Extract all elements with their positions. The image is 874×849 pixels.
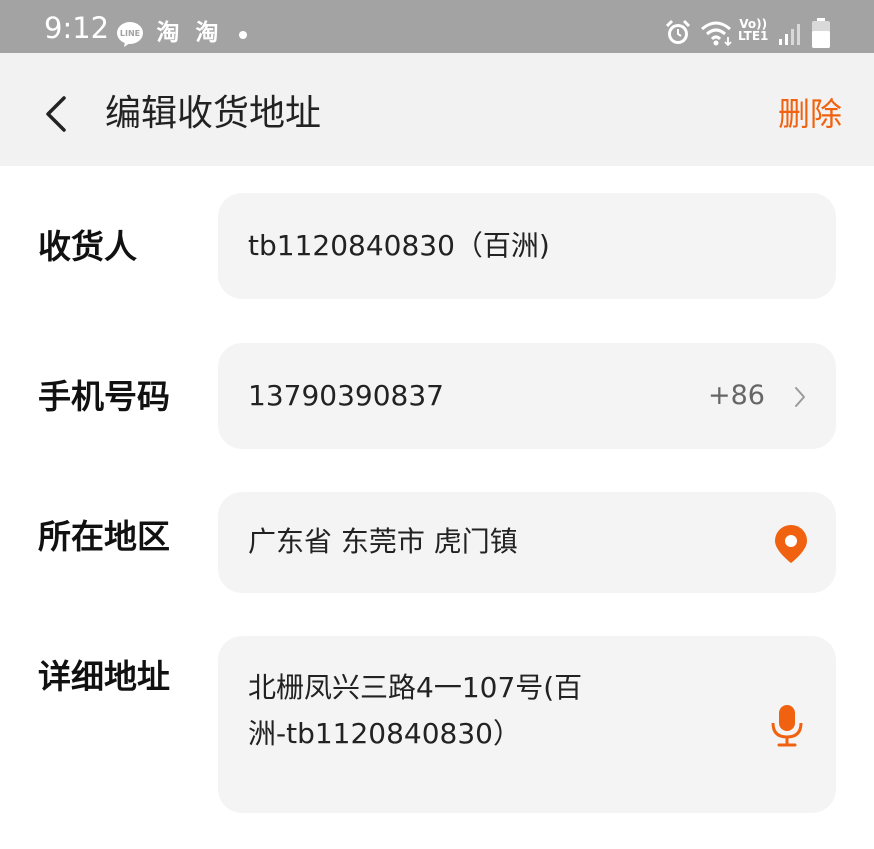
delete-button[interactable]: 删除	[778, 94, 842, 134]
wifi-icon	[701, 21, 732, 47]
battery-icon	[812, 18, 830, 48]
taobao-icon: 淘	[156, 20, 180, 46]
page-title: 编辑收货地址	[105, 93, 322, 134]
country-code-selector[interactable]: +86	[708, 379, 765, 413]
address-field[interactable]: 北栅凤兴三路4一107号(百 洲-tb1120840830）	[218, 636, 836, 813]
recipient-label: 收货人	[38, 227, 137, 266]
microphone-icon[interactable]	[769, 704, 805, 748]
location-pin-icon[interactable]	[774, 524, 808, 564]
region-label: 所在地区	[38, 517, 170, 556]
phone-label: 手机号码	[38, 377, 170, 416]
phone-value: 13790390837	[248, 379, 444, 412]
signal-icon	[779, 24, 800, 45]
address-line-1: 北栅凤兴三路4一107号(百	[248, 671, 583, 704]
back-arrow-icon[interactable]	[40, 94, 70, 134]
recipient-value: tb1120840830（百洲)	[248, 229, 550, 262]
chevron-right-icon[interactable]	[792, 385, 808, 409]
recipient-field[interactable]: tb1120840830（百洲)	[218, 193, 836, 299]
volte-indicator: Vo)) LTE1	[738, 17, 769, 43]
taobao-icon: 淘	[195, 20, 219, 46]
status-time: 9:12	[44, 11, 110, 45]
phone-field[interactable]: 13790390837 +86	[218, 343, 836, 449]
line-icon: LINE	[117, 22, 143, 47]
notification-dot-icon	[239, 31, 247, 39]
svg-text:LINE: LINE	[120, 29, 140, 38]
region-field[interactable]: 广东省 东莞市 虎门镇	[218, 492, 836, 593]
address-label: 详细地址	[38, 657, 170, 696]
status-bar: 9:12 LINE 淘 淘 Vo)) LTE1	[0, 0, 874, 53]
region-value: 广东省 东莞市 虎门镇	[248, 525, 518, 558]
alarm-icon	[665, 19, 691, 44]
address-line-2: 洲-tb1120840830）	[248, 717, 522, 750]
